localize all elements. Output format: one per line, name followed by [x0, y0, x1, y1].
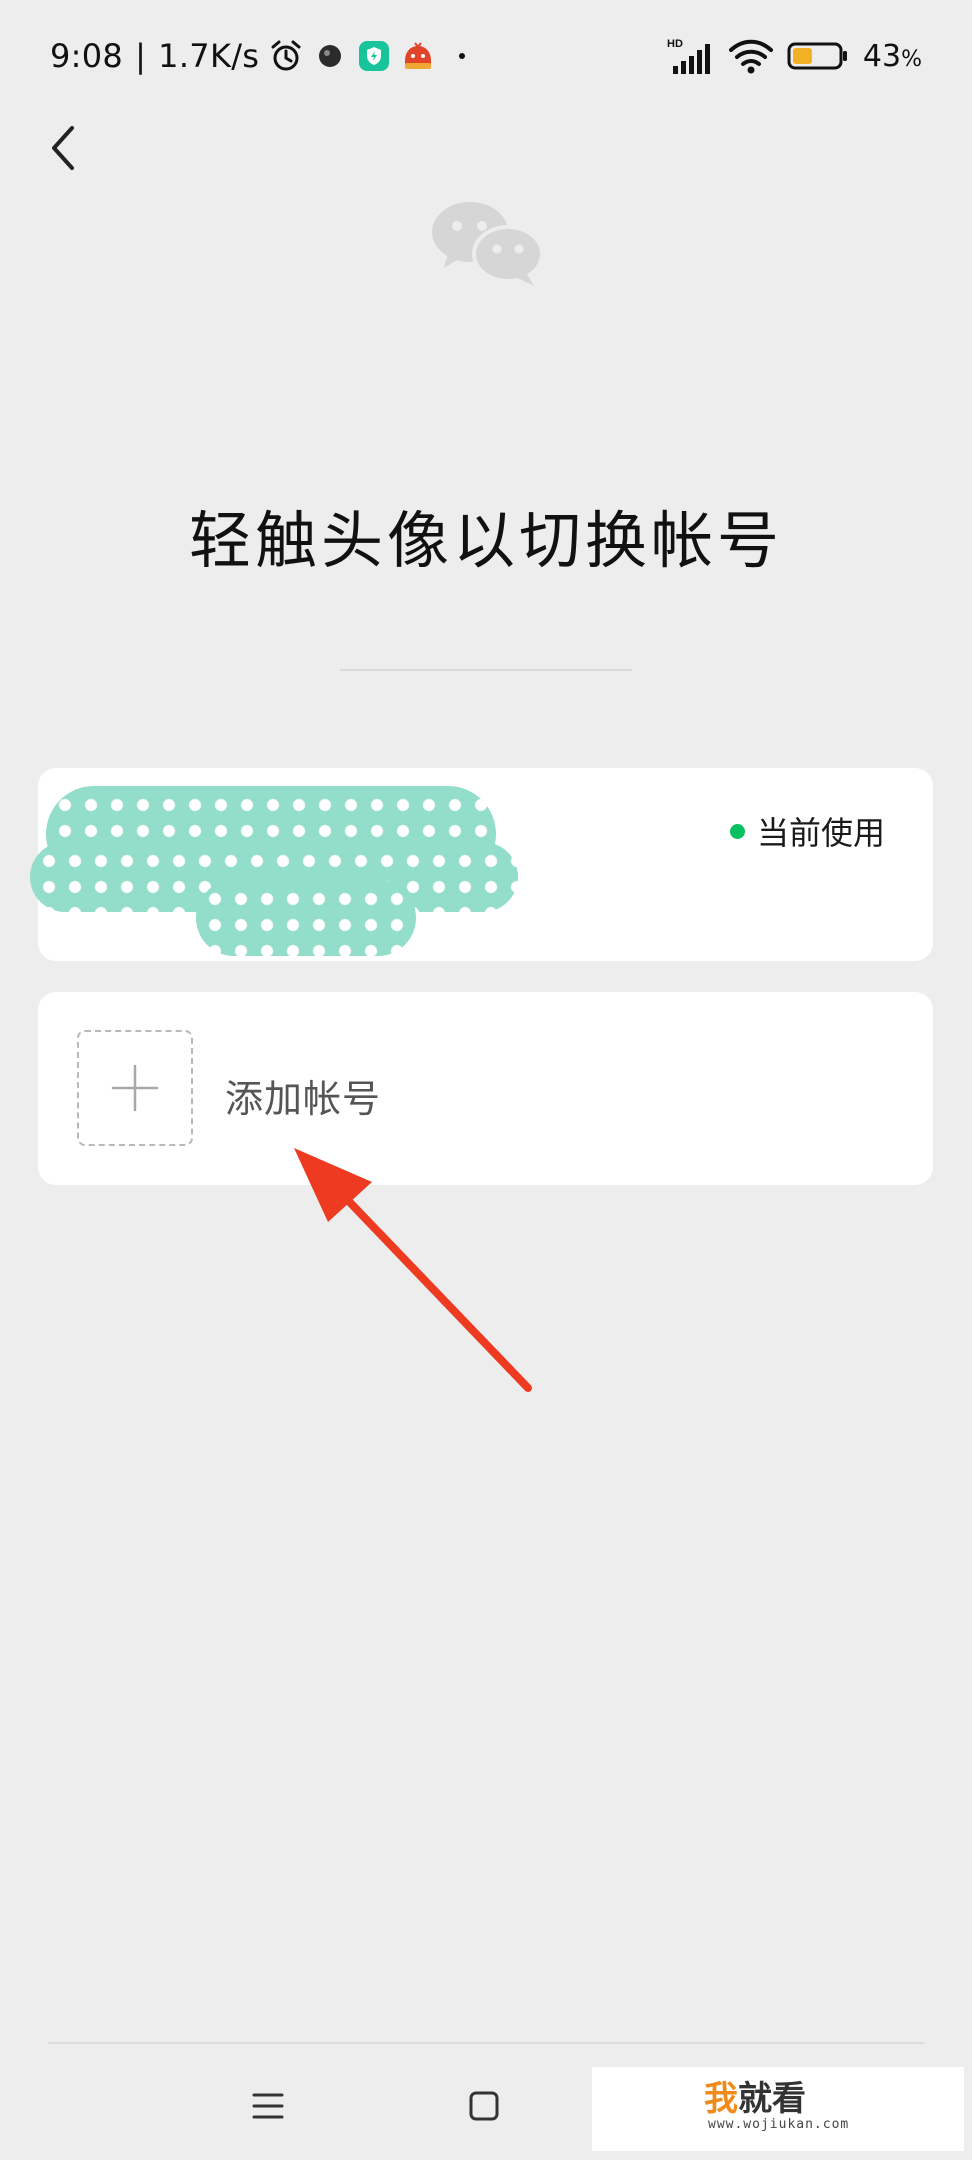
watermark-url: www.wojiukan.com	[708, 2117, 850, 2132]
current-status-label: 当前使用	[757, 814, 886, 852]
title-divider	[340, 669, 632, 671]
network-speed: 1.7K/s	[158, 37, 260, 75]
more-dot-icon	[445, 39, 479, 73]
nav-menu-button[interactable]	[240, 2078, 296, 2134]
page-title: 轻触头像以切换帐号	[188, 504, 783, 577]
add-account-label[interactable]: 添加帐号	[225, 1068, 381, 1123]
nav-divider	[48, 2042, 924, 2044]
network-type: HD	[667, 38, 683, 50]
app-notification-icon	[313, 39, 347, 73]
status-time: 9:08	[50, 37, 124, 75]
security-app-icon	[357, 39, 391, 73]
signal-icon: HD	[667, 36, 715, 76]
battery-percentage: 43%	[862, 38, 922, 74]
watermark-brand-part1: 我	[704, 2079, 738, 2119]
home-square-icon	[469, 2091, 499, 2121]
watermark-brand-part2: 就看	[738, 2079, 806, 2119]
alarm-icon	[269, 39, 303, 73]
menu-icon	[252, 2093, 284, 2119]
wifi-icon	[728, 36, 773, 76]
chevron-left-icon	[52, 126, 74, 170]
nav-home-button[interactable]	[456, 2078, 512, 2134]
status-dot	[730, 823, 745, 839]
browser-app-icon	[401, 39, 435, 73]
status-separator: |	[135, 37, 147, 75]
back-button[interactable]	[28, 112, 100, 184]
redacted-account-info	[196, 880, 416, 956]
add-account-icon-box[interactable]	[77, 1030, 193, 1146]
wechat-icon	[432, 202, 544, 286]
battery-icon	[787, 39, 849, 73]
status-bar: 9:08 | 1.7K/s HD 43%	[0, 0, 972, 112]
wechat-logo	[430, 198, 548, 288]
status-left: 9:08 | 1.7K/s	[50, 34, 479, 78]
watermark-brand: 我就看	[704, 2071, 806, 2120]
current-status-indicator: 当前使用	[730, 808, 885, 854]
status-right: HD 43%	[667, 34, 922, 78]
watermark: 我就看 www.wojiukan.com	[592, 2067, 964, 2151]
plus-icon	[111, 1064, 159, 1112]
